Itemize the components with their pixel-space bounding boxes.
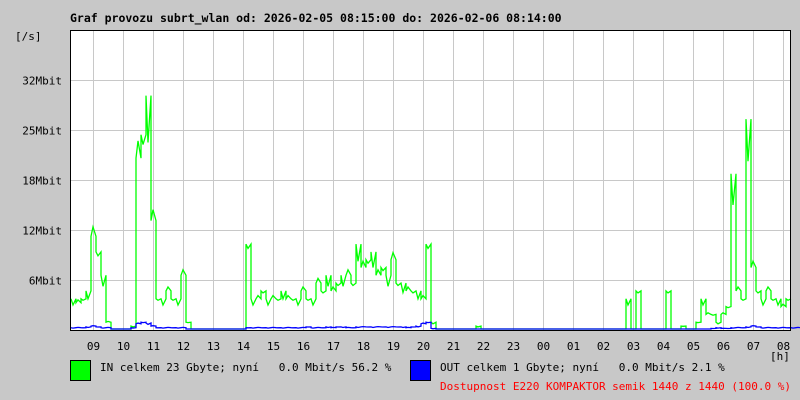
x-tick-label: 05 bbox=[687, 340, 700, 353]
x-tick-label: 03 bbox=[627, 340, 640, 353]
y-tick-label: 25Mbit bbox=[22, 125, 62, 138]
x-tick-label: 19 bbox=[387, 340, 400, 353]
x-tick-label: 01 bbox=[567, 340, 580, 353]
x-tick-label: 12 bbox=[177, 340, 190, 353]
y-tick-label: 32Mbit bbox=[22, 75, 62, 88]
traffic-chart: 6Mbit 12Mbit 18Mbit 25Mbit 32Mbit 09 10 11 12 13… bbox=[22, 30, 800, 363]
x-tick-label: 07 bbox=[747, 340, 760, 353]
x-tick-label: 04 bbox=[657, 340, 671, 353]
x-tick-label: 18 bbox=[357, 340, 370, 353]
x-tick-label: 10 bbox=[117, 340, 130, 353]
legend-out-swatch bbox=[410, 360, 431, 381]
x-tick-label: 20 bbox=[417, 340, 430, 353]
x-axis-unit-label: [h] bbox=[770, 350, 790, 363]
legend-in-text: IN celkem 23 Gbyte; nyní 0.0 Mbit/s 56.2… bbox=[100, 361, 392, 374]
y-tick-labels: 6Mbit 12Mbit 18Mbit 25Mbit 32Mbit bbox=[22, 75, 62, 288]
y-tick-label: 6Mbit bbox=[29, 275, 62, 288]
x-tick-label: 06 bbox=[717, 340, 730, 353]
x-tick-label: 21 bbox=[447, 340, 460, 353]
x-tick-label: 02 bbox=[597, 340, 610, 353]
x-tick-label: 23 bbox=[507, 340, 520, 353]
x-tick-label: 11 bbox=[147, 340, 160, 353]
legend-in-swatch bbox=[70, 360, 91, 381]
availability-annotation: Dostupnost E220 KOMPAKTOR semik 1440 z 1… bbox=[440, 380, 791, 393]
x-tick-label: 09 bbox=[87, 340, 100, 353]
x-tick-label: 14 bbox=[237, 340, 251, 353]
x-tick-labels: 09 10 11 12 13 14 15 16 17 18 19 20 21 22 23 00 01 02 03 04… bbox=[87, 340, 790, 353]
legend-out-text: OUT celkem 1 Gbyte; nyní 0.0 Mbit/s 2.1 … bbox=[440, 361, 725, 374]
x-tick-label: 17 bbox=[327, 340, 340, 353]
y-tick-label: 12Mbit bbox=[22, 225, 62, 238]
x-tick-label: 22 bbox=[477, 340, 490, 353]
x-tick-label: 13 bbox=[207, 340, 220, 353]
y-tick-label: 18Mbit bbox=[22, 175, 62, 188]
x-tick-label: 15 bbox=[267, 340, 280, 353]
x-tick-label: 00 bbox=[537, 340, 550, 353]
x-tick-label: 16 bbox=[297, 340, 310, 353]
